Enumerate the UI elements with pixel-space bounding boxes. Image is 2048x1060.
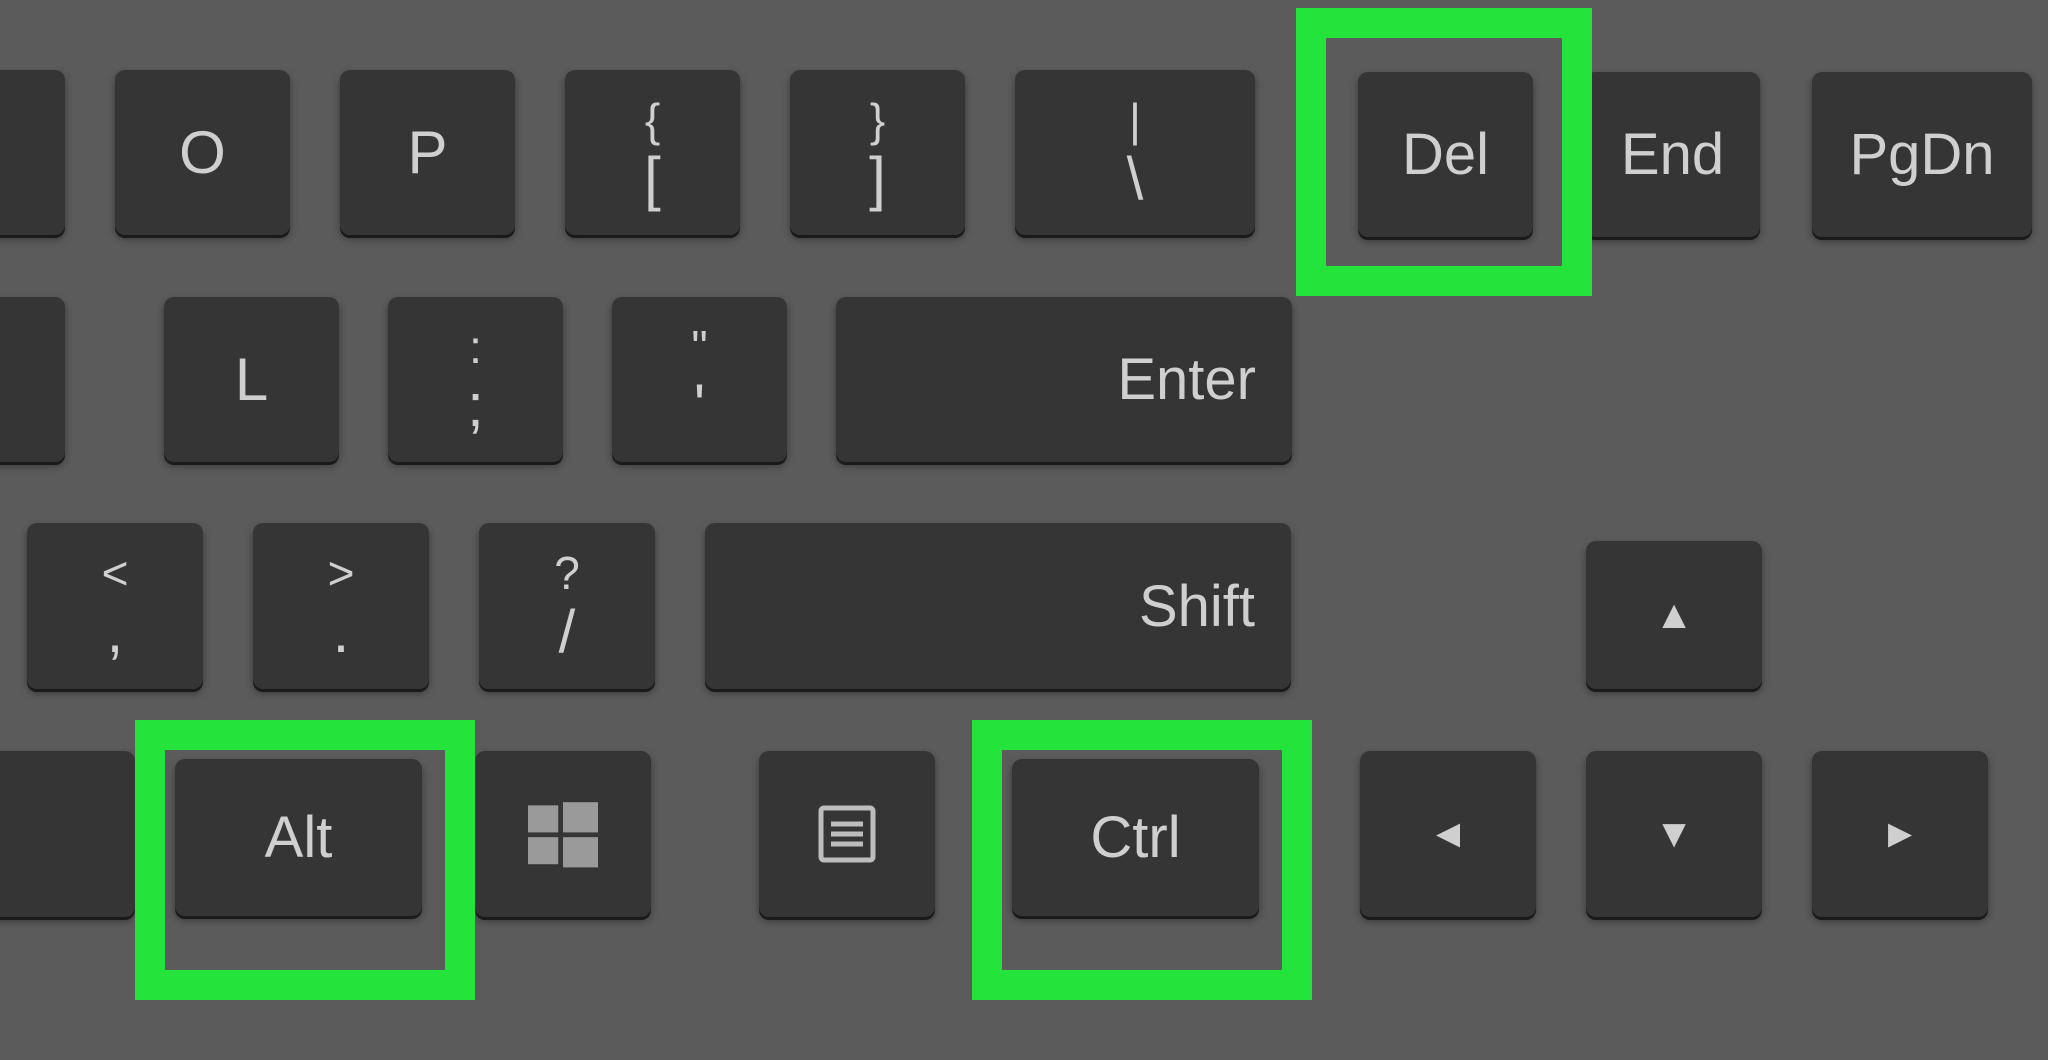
key-semicolon[interactable]: : ;	[388, 297, 563, 462]
key-upper: "	[691, 324, 707, 370]
key-right-bracket[interactable]: } ]	[790, 70, 965, 235]
key-upper: >	[328, 550, 355, 596]
key-label: PgDn	[1849, 121, 1994, 188]
key-arrow-right[interactable]: ►	[1812, 751, 1988, 917]
key-label: Del	[1402, 121, 1489, 188]
key-lower: ]	[869, 149, 886, 209]
key-label: Enter	[1117, 346, 1256, 413]
key-backslash[interactable]: | \	[1015, 70, 1255, 235]
key-left-bracket[interactable]: { [	[565, 70, 740, 235]
key-shift[interactable]: Shift	[705, 523, 1291, 689]
key-arrow-down[interactable]: ▼	[1586, 751, 1762, 917]
key-ctrl[interactable]: Ctrl	[1012, 759, 1259, 916]
key-label: Shift	[1139, 573, 1255, 640]
key-lower: '	[694, 376, 705, 436]
key-upper: {	[645, 97, 660, 143]
key-enter[interactable]: Enter	[836, 297, 1292, 462]
key-label: Ctrl	[1090, 804, 1180, 871]
key-upper: ?	[554, 550, 580, 596]
key-i[interactable]: I	[0, 70, 65, 235]
key-upper: :	[469, 324, 482, 370]
key-pgdn[interactable]: PgDn	[1812, 72, 2032, 237]
key-quote[interactable]: " '	[612, 297, 787, 462]
key-label: L	[235, 345, 268, 414]
key-menu[interactable]	[759, 751, 935, 917]
key-lower: .	[333, 602, 350, 662]
key-lower: ;	[467, 376, 484, 436]
key-upper: }	[870, 97, 885, 143]
key-lower: ,	[107, 602, 124, 662]
key-lower: /	[559, 602, 576, 662]
arrow-left-icon: ◄	[1428, 812, 1468, 857]
key-upper: |	[1129, 97, 1141, 143]
key-label: P	[407, 118, 447, 187]
key-arrow-left[interactable]: ◄	[1360, 751, 1536, 917]
key-label: O	[179, 118, 226, 187]
key-comma[interactable]: < ,	[27, 523, 203, 689]
key-blank-left[interactable]	[0, 751, 135, 917]
key-label: End	[1621, 121, 1724, 188]
key-windows[interactable]	[475, 751, 651, 917]
key-arrow-up[interactable]: ▲	[1586, 541, 1762, 689]
menu-icon	[817, 804, 877, 864]
arrow-up-icon: ▲	[1654, 593, 1694, 638]
key-lower: [	[644, 149, 661, 209]
key-slash[interactable]: ? /	[479, 523, 655, 689]
key-o[interactable]: O	[115, 70, 290, 235]
key-k[interactable]: K	[0, 297, 65, 462]
key-del[interactable]: Del	[1358, 72, 1533, 237]
key-label: Alt	[265, 804, 333, 871]
key-alt[interactable]: Alt	[175, 759, 422, 916]
key-lower: \	[1127, 149, 1144, 209]
arrow-right-icon: ►	[1880, 812, 1920, 857]
key-end[interactable]: End	[1585, 72, 1760, 237]
arrow-down-icon: ▼	[1654, 812, 1694, 857]
key-upper: <	[102, 550, 129, 596]
key-p[interactable]: P	[340, 70, 515, 235]
key-l[interactable]: L	[164, 297, 339, 462]
windows-icon	[528, 799, 598, 869]
key-period[interactable]: > .	[253, 523, 429, 689]
